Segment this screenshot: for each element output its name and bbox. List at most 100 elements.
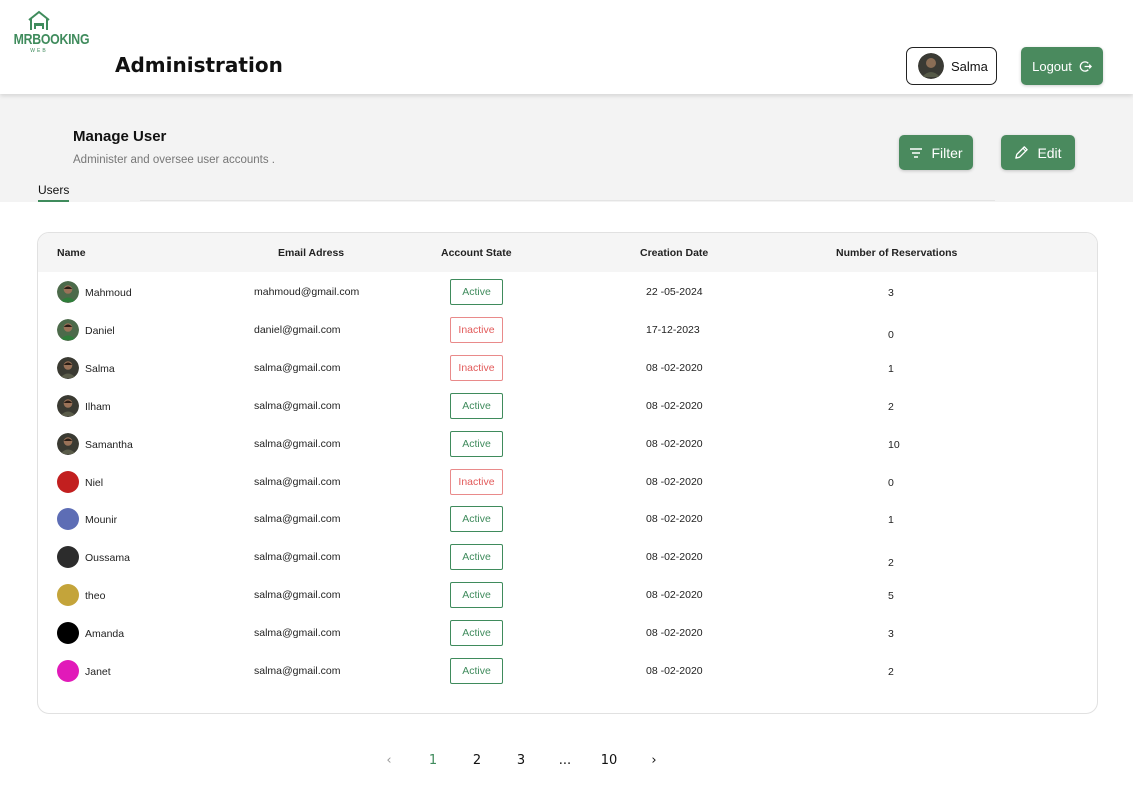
users-table: Name Email Adress Account State Creation… [37,232,1098,714]
email-cell: daniel@gmail.com [254,324,341,336]
reservations-cell: 3 [888,628,894,640]
email-cell: salma@gmail.com [254,438,341,450]
table-row[interactable]: Janet salma@gmail.com Active 08 -02-2020… [38,653,1097,691]
page-2-button[interactable]: 2 [473,753,481,768]
table-row[interactable]: Daniel daniel@gmail.com Inactive 17-12-2… [38,312,1097,350]
table-row[interactable]: Amanda salma@gmail.com Active 08 -02-202… [38,615,1097,653]
reservations-cell: 3 [888,287,894,299]
user-name-cell: theo [85,590,106,602]
user-name-cell: Salma [85,363,115,375]
table-header: Name Email Adress Account State Creation… [38,233,1097,272]
reservations-cell: 1 [888,514,894,526]
reservations-cell: 0 [888,329,894,341]
user-profile-button[interactable]: Salma [906,47,997,85]
brand-logo[interactable]: MRBOOKING WEB [8,10,90,54]
tab-users[interactable]: Users [38,183,70,202]
column-header-email[interactable]: Email Adress [278,247,344,259]
column-header-name[interactable]: Name [57,247,86,259]
avatar [57,357,79,379]
table-row[interactable]: Oussama salma@gmail.com Active 08 -02-20… [38,539,1097,577]
creation-date-cell: 08 -02-2020 [646,513,703,525]
email-cell: salma@gmail.com [254,513,341,525]
status-badge[interactable]: Active [450,279,503,305]
logout-icon [1079,60,1092,72]
brand-name: MRBOOKING [13,31,90,48]
reservations-cell: 2 [888,666,894,678]
table-row[interactable]: Niel salma@gmail.com Inactive 08 -02-202… [38,464,1097,502]
creation-date-cell: 08 -02-2020 [646,551,703,563]
user-name: Salma [951,58,988,74]
user-avatar [918,53,944,79]
user-name-cell: Daniel [85,325,115,337]
user-name-cell: Amanda [85,628,125,640]
status-badge[interactable]: Inactive [450,469,503,495]
creation-date-cell: 08 -02-2020 [646,589,703,601]
page-ellipsis: ... [558,753,572,768]
reservations-cell: 5 [888,590,894,602]
reservations-cell: 10 [888,439,900,451]
section-title: Manage User [73,128,167,145]
logout-button[interactable]: Logout [1021,47,1103,85]
filter-icon [910,147,923,158]
top-header: MRBOOKING WEB Administration Salma Logou… [0,0,1133,94]
page-title: Administration [115,53,283,77]
status-badge[interactable]: Inactive [450,317,503,343]
edit-label: Edit [1037,144,1062,161]
creation-date-cell: 08 -02-2020 [646,362,703,374]
status-badge[interactable]: Active [450,582,503,608]
page-1-button[interactable]: 1 [429,753,437,768]
status-badge[interactable]: Active [450,393,503,419]
email-cell: mahmoud@gmail.com [254,286,360,298]
section-subtitle: Administer and oversee user accounts . [73,154,275,166]
avatar [57,319,79,341]
creation-date-cell: 08 -02-2020 [646,438,703,450]
column-header-date[interactable]: Creation Date [640,247,708,259]
avatar [57,281,79,303]
reservations-cell: 2 [888,557,894,569]
reservations-cell: 1 [888,363,894,375]
column-header-state[interactable]: Account State [441,247,512,259]
edit-button[interactable]: Edit [1001,135,1075,170]
email-cell: salma@gmail.com [254,665,341,677]
avatar [57,660,79,682]
email-cell: salma@gmail.com [254,627,341,639]
tab-divider [140,200,995,201]
creation-date-cell: 08 -02-2020 [646,400,703,412]
user-name-cell: Mahmoud [85,287,132,299]
table-row[interactable]: Mounir salma@gmail.com Active 08 -02-202… [38,501,1097,539]
avatar [57,433,79,455]
creation-date-cell: 08 -02-2020 [646,476,703,488]
creation-date-cell: 22 -05-2024 [646,286,703,298]
user-name-cell: Samantha [85,439,133,451]
status-badge[interactable]: Inactive [450,355,503,381]
table-row[interactable]: Mahmoud mahmoud@gmail.com Active 22 -05-… [38,274,1097,312]
user-name-cell: Janet [85,666,111,678]
column-header-reservations[interactable]: Number of Reservations [836,247,957,259]
table-row[interactable]: theo salma@gmail.com Active 08 -02-2020 … [38,577,1097,615]
status-badge[interactable]: Active [450,506,503,532]
page-3-button[interactable]: 3 [517,753,525,768]
email-cell: salma@gmail.com [254,476,341,488]
status-badge[interactable]: Active [450,544,503,570]
user-name-cell: Ilham [85,401,111,413]
email-cell: salma@gmail.com [254,589,341,601]
creation-date-cell: 17-12-2023 [646,324,700,336]
next-page-icon[interactable]: › [651,753,656,768]
table-row[interactable]: Ilham salma@gmail.com Active 08 -02-2020… [38,388,1097,426]
avatar [57,395,79,417]
status-badge[interactable]: Active [450,431,503,457]
email-cell: salma@gmail.com [254,551,341,563]
filter-label: Filter [931,144,963,161]
avatar [57,622,79,644]
status-badge[interactable]: Active [450,620,503,646]
table-row[interactable]: Salma salma@gmail.com Inactive 08 -02-20… [38,350,1097,388]
avatar [57,508,79,530]
page-10-button[interactable]: 10 [601,753,618,768]
prev-page-icon[interactable]: ‹ [386,753,391,768]
email-cell: salma@gmail.com [254,362,341,374]
status-badge[interactable]: Active [450,658,503,684]
filter-button[interactable]: Filter [899,135,973,170]
table-row[interactable]: Samantha salma@gmail.com Active 08 -02-2… [38,426,1097,464]
brand-subtext: WEB [30,48,48,54]
house-bed-icon [28,10,50,30]
